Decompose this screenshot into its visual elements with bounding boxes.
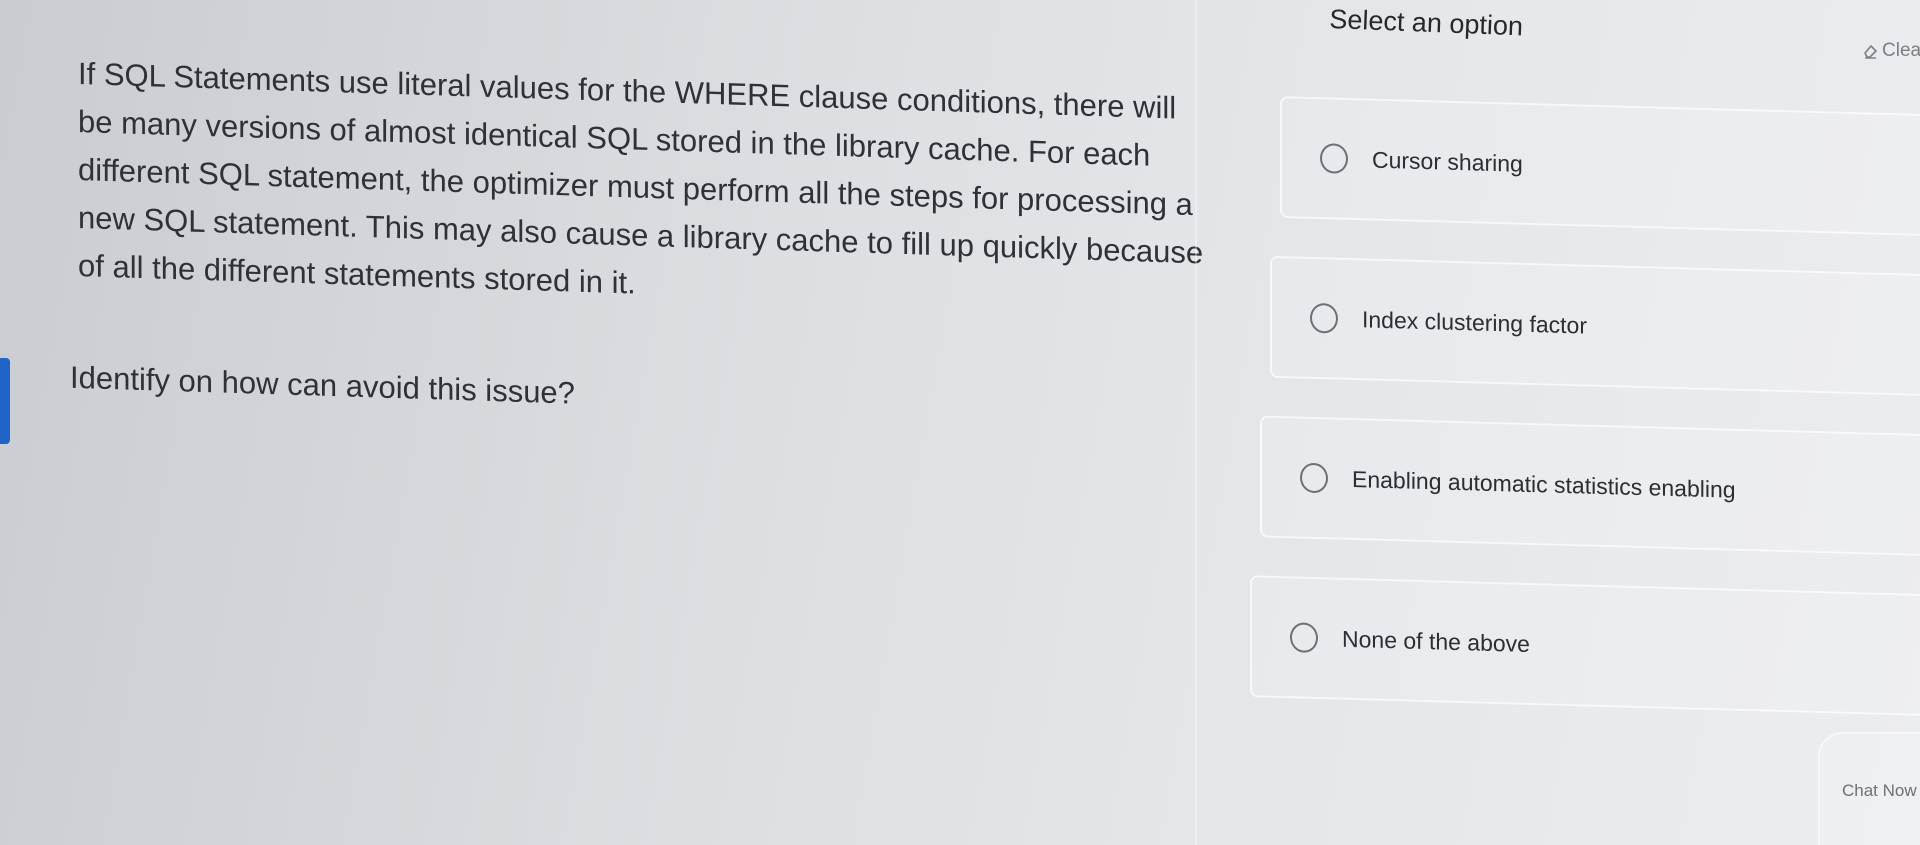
- panel-divider: [1195, 0, 1197, 845]
- option-label: None of the above: [1342, 625, 1530, 657]
- option-label: Enabling automatic statistics enabling: [1352, 465, 1736, 503]
- option-label: Index clustering factor: [1362, 305, 1588, 339]
- clear-button-label: Clea: [1882, 40, 1920, 61]
- radio-button-icon[interactable]: [1290, 622, 1318, 654]
- active-question-indicator: [0, 358, 10, 444]
- option-none-of-the-above[interactable]: None of the above: [1250, 575, 1920, 716]
- radio-button-icon[interactable]: [1300, 462, 1328, 494]
- chat-now-label: Chat Now: [1842, 781, 1917, 800]
- quiz-screen: If SQL Statements use literal values for…: [0, 0, 1920, 845]
- question-panel: If SQL Statements use literal values for…: [70, 50, 1228, 434]
- select-option-heading: Select an option: [1328, 4, 1524, 42]
- clear-button[interactable]: Clea: [1862, 40, 1920, 62]
- option-cursor-sharing[interactable]: Cursor sharing: [1280, 96, 1920, 236]
- eraser-icon: [1862, 43, 1878, 59]
- question-prompt: Identify on how can avoid this issue?: [70, 359, 575, 411]
- question-text: If SQL Statements use literal values for…: [78, 56, 1204, 301]
- option-index-clustering-factor[interactable]: Index clustering factor: [1270, 255, 1920, 396]
- option-enabling-automatic-statistics[interactable]: Enabling automatic statistics enabling: [1260, 415, 1920, 556]
- chat-now-button[interactable]: Chat Now: [1818, 732, 1920, 845]
- radio-button-icon[interactable]: [1320, 143, 1348, 174]
- radio-button-icon[interactable]: [1310, 302, 1338, 334]
- answer-options: Cursor sharing Index clustering factor E…: [1250, 96, 1920, 754]
- option-label: Cursor sharing: [1372, 146, 1523, 177]
